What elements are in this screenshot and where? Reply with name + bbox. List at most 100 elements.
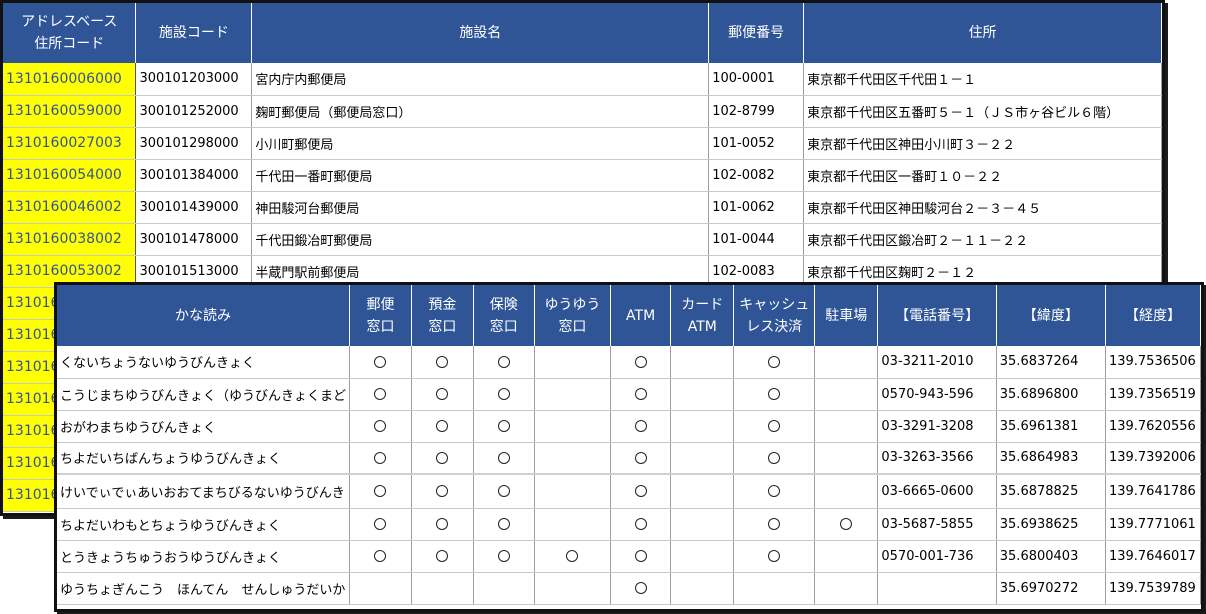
cell-postal-code[interactable]: 102-8799 <box>708 95 805 128</box>
cell-card-atm[interactable] <box>670 473 735 509</box>
header-address-code[interactable]: アドレスベース 住所コード <box>3 3 137 63</box>
cell-address-code[interactable]: 1310160054000 <box>3 159 137 192</box>
header-facility-name[interactable]: 施設名 <box>251 3 710 63</box>
cell-insurance-window[interactable] <box>473 508 535 541</box>
cell-postal-window[interactable] <box>349 442 412 475</box>
cell-cashless[interactable] <box>733 410 816 443</box>
cell-facility-code[interactable]: 300101252000 <box>135 95 253 128</box>
cell-savings-window[interactable] <box>411 540 474 573</box>
cell-phone[interactable]: 03-3291-3208 <box>877 410 997 443</box>
cell-address[interactable]: 東京都千代田区鍛冶町２－１１－２２ <box>803 223 1162 256</box>
cell-yuyu-window[interactable] <box>534 378 612 411</box>
cell-postal-window[interactable] <box>349 378 412 411</box>
cell-longitude[interactable]: 139.7646017 <box>1105 540 1202 573</box>
cell-facility-code[interactable]: 300101203000 <box>135 63 253 96</box>
cell-address[interactable]: 東京都千代田区神田小川町３－２２ <box>803 127 1162 160</box>
cell-card-atm[interactable] <box>670 346 735 379</box>
cell-atm[interactable] <box>610 540 672 573</box>
cell-postal-window[interactable] <box>349 410 412 443</box>
cell-latitude[interactable]: 35.6864983 <box>996 442 1106 475</box>
cell-address-code[interactable]: 1310160027003 <box>3 127 137 160</box>
cell-address-code[interactable]: 1310160038002 <box>3 223 137 256</box>
cell-insurance-window[interactable] <box>473 572 535 605</box>
cell-address[interactable]: 東京都千代田区一番町１０－２２ <box>803 159 1162 192</box>
cell-postal-code[interactable]: 102-0082 <box>708 159 805 192</box>
cell-parking[interactable] <box>814 346 879 379</box>
cell-facility-name[interactable]: 千代田一番町郵便局 <box>251 159 710 192</box>
cell-longitude[interactable]: 139.7539789 <box>1105 572 1202 605</box>
cell-longitude[interactable]: 139.7356519 <box>1105 378 1202 411</box>
cell-address-code[interactable]: 1310160046002 <box>3 191 137 224</box>
cell-facility-name[interactable]: 千代田鍛冶町郵便局 <box>251 223 710 256</box>
cell-address[interactable]: 東京都千代田区千代田１－１ <box>803 63 1162 96</box>
cell-savings-window[interactable] <box>411 572 474 605</box>
cell-postal-window[interactable] <box>349 540 412 573</box>
cell-postal-code[interactable]: 100-0001 <box>708 63 805 96</box>
cell-postal-window[interactable] <box>349 572 412 605</box>
header-card-atm[interactable]: カード ATM <box>670 285 735 346</box>
cell-atm[interactable] <box>610 442 672 475</box>
cell-atm[interactable] <box>610 410 672 443</box>
cell-atm[interactable] <box>610 378 672 411</box>
header-parking[interactable]: 駐車場 <box>814 285 879 346</box>
cell-savings-window[interactable] <box>411 378 474 411</box>
cell-insurance-window[interactable] <box>473 540 535 573</box>
cell-postal-window[interactable] <box>349 473 412 509</box>
cell-postal-window[interactable] <box>349 508 412 541</box>
cell-longitude[interactable]: 139.7620556 <box>1105 410 1202 443</box>
cell-card-atm[interactable] <box>670 572 735 605</box>
cell-cashless[interactable] <box>733 473 816 509</box>
cell-card-atm[interactable] <box>670 540 735 573</box>
header-atm[interactable]: ATM <box>610 285 672 346</box>
cell-kana[interactable]: くないちょうないゆうびんきょく <box>57 346 351 379</box>
cell-savings-window[interactable] <box>411 473 474 509</box>
header-address[interactable]: 住所 <box>803 3 1162 63</box>
header-insurance-window[interactable]: 保険 窓口 <box>473 285 535 346</box>
cell-kana[interactable]: ちよだいわもとちょうゆうびんきょく <box>57 508 351 541</box>
cell-yuyu-window[interactable] <box>534 572 612 605</box>
cell-facility-code[interactable]: 300101384000 <box>135 159 253 192</box>
cell-phone[interactable]: 03-3263-3566 <box>877 442 997 475</box>
cell-kana[interactable]: とうきょうちゅうおうゆうびんきょく <box>57 540 351 573</box>
cell-longitude[interactable]: 139.7771061 <box>1105 508 1202 541</box>
cell-phone[interactable]: 0570-943-596 <box>877 378 997 411</box>
cell-yuyu-window[interactable] <box>534 540 612 573</box>
cell-cashless[interactable] <box>733 442 816 475</box>
cell-latitude[interactable]: 35.6878825 <box>996 473 1106 509</box>
cell-yuyu-window[interactable] <box>534 473 612 509</box>
header-yuyu-window[interactable]: ゆうゆう 窓口 <box>534 285 612 346</box>
header-postal-window[interactable]: 郵便 窓口 <box>349 285 412 346</box>
cell-address-code[interactable]: 1310160059000 <box>3 95 137 128</box>
cell-yuyu-window[interactable] <box>534 442 612 475</box>
cell-parking[interactable] <box>814 378 879 411</box>
cell-parking[interactable] <box>814 540 879 573</box>
cell-cashless[interactable] <box>733 346 816 379</box>
cell-latitude[interactable]: 35.6938625 <box>996 508 1106 541</box>
cell-postal-code[interactable]: 101-0052 <box>708 127 805 160</box>
cell-kana[interactable]: けいでぃでぃあいおおてまちびるないゆうびんき <box>57 473 351 509</box>
header-facility-code[interactable]: 施設コード <box>135 3 253 63</box>
cell-latitude[interactable]: 35.6837264 <box>996 346 1106 379</box>
cell-kana[interactable]: ゆうちょぎんこう ほんてん せんしゅうだいか <box>57 572 351 605</box>
cell-cashless[interactable] <box>733 378 816 411</box>
cell-parking[interactable] <box>814 508 879 541</box>
cell-card-atm[interactable] <box>670 442 735 475</box>
cell-phone[interactable] <box>877 572 997 605</box>
cell-savings-window[interactable] <box>411 410 474 443</box>
cell-address-code[interactable]: 1310160006000 <box>3 63 137 96</box>
cell-parking[interactable] <box>814 572 879 605</box>
header-latitude[interactable]: 【緯度】 <box>996 285 1106 346</box>
header-longitude[interactable]: 【経度】 <box>1105 285 1202 346</box>
cell-insurance-window[interactable] <box>473 378 535 411</box>
cell-parking[interactable] <box>814 473 879 509</box>
cell-savings-window[interactable] <box>411 346 474 379</box>
cell-address[interactable]: 東京都千代田区神田駿河台２－３－４５ <box>803 191 1162 224</box>
cell-card-atm[interactable] <box>670 410 735 443</box>
cell-insurance-window[interactable] <box>473 410 535 443</box>
cell-longitude[interactable]: 139.7392006 <box>1105 442 1202 475</box>
cell-kana[interactable]: おがわまちゆうびんきょく <box>57 410 351 443</box>
cell-facility-code[interactable]: 300101478000 <box>135 223 253 256</box>
cell-postal-code[interactable]: 101-0062 <box>708 191 805 224</box>
header-phone[interactable]: 【電話番号】 <box>877 285 997 346</box>
cell-savings-window[interactable] <box>411 442 474 475</box>
